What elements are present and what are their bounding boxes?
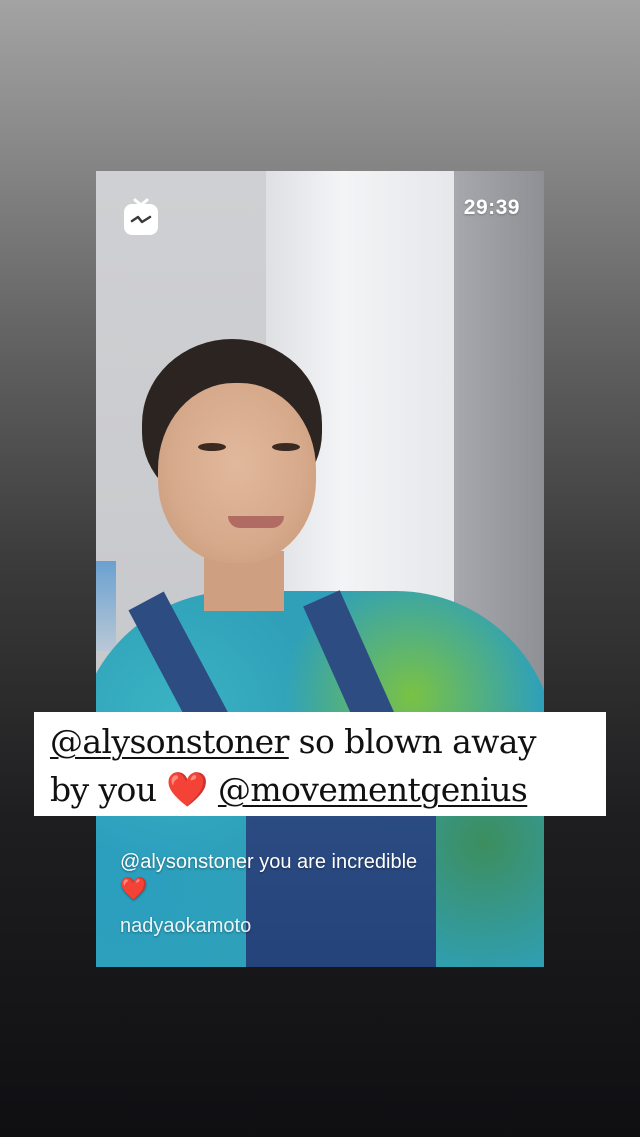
person-face <box>158 383 316 563</box>
comment-username[interactable]: nadyaokamoto <box>120 915 251 938</box>
heart-icon: ❤️ <box>120 877 148 902</box>
comment-text: @alysonstoner you are incredible <box>120 851 418 873</box>
person-mouth <box>228 516 284 528</box>
story-timer: 29:39 <box>463 196 520 219</box>
mention-movementgenius[interactable]: @movementgenius <box>218 770 528 809</box>
background-poster <box>96 561 116 651</box>
igtv-icon[interactable] <box>123 196 159 236</box>
caption-text-box: @alysonstoner so blown away by you ❤️ @m… <box>34 712 606 816</box>
comment-overlay: @alysonstoner you are incredible ❤️ <box>120 848 540 904</box>
person-eye-right <box>272 443 300 451</box>
person-eye-left <box>198 443 226 451</box>
caption-text-1: so blown away <box>288 722 537 761</box>
heart-icon: ❤️ <box>166 770 209 810</box>
mention-alysonstoner[interactable]: @alysonstoner <box>50 722 289 761</box>
caption-text-2: by you <box>50 770 167 809</box>
